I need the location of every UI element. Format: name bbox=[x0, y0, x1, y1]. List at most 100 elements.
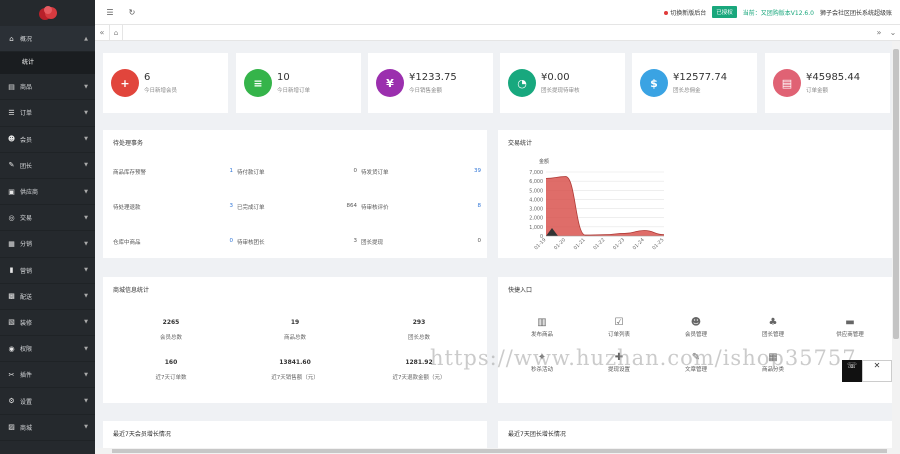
refresh-icon[interactable]: ↻ bbox=[125, 8, 139, 17]
yuan-icon: ¥ bbox=[376, 69, 404, 97]
marketing-icon: ▮ bbox=[9, 266, 14, 275]
sidebar-item-order[interactable]: ☰ 订单 ▼ bbox=[0, 100, 95, 127]
chevron-icon: ▼ bbox=[84, 319, 88, 326]
admin-dashboard: ⌂ 概况 ▲ 统计 ▤ 商品 ▼ ☰ 订单 ▼ ☻ 会员 ▼ ✎ 团长 ▼ ▣ 供应商 ▼ ◎ 交易 ▼ ▦ 分销 ▼ ▮ 营销 ▼ ▩… bbox=[0, 0, 900, 454]
sidebar-item-settings[interactable]: ⚙ 设置 ▼ bbox=[0, 388, 95, 415]
todo-label[interactable]: 待付款订单 bbox=[237, 168, 265, 176]
tab-home[interactable]: ⌂ bbox=[109, 24, 123, 41]
stat-card[interactable]: $ ¥12577.74 团长总佣金 bbox=[632, 53, 757, 113]
chevron-icon: ▼ bbox=[84, 109, 88, 116]
sidebar-item-member[interactable]: ☻ 会员 ▼ bbox=[0, 127, 95, 153]
todo-count[interactable]: 3 bbox=[343, 238, 358, 244]
analysis-label: 会员总数 bbox=[159, 335, 182, 341]
stat-value: 6 bbox=[144, 72, 151, 83]
authorized-badge: 已授权 bbox=[712, 6, 737, 18]
y-tick-label: 4,000 bbox=[529, 197, 543, 203]
analysis-label: 近7天订单数 bbox=[155, 375, 187, 381]
sidebar-item-mall[interactable]: ▨ 商城 ▼ bbox=[0, 415, 95, 441]
stat-card[interactable]: ▤ ¥45985.44 订单金额 bbox=[765, 53, 890, 113]
mall-icon: ▨ bbox=[8, 423, 15, 432]
quick-entry[interactable]: ☻ 会员管理 bbox=[666, 317, 726, 338]
stat-text: ¥45985.44 订单金额 bbox=[806, 72, 860, 94]
todo-count[interactable]: 1 bbox=[219, 168, 234, 174]
stat-card[interactable]: ◔ ¥0.00 团长提现待审核 bbox=[500, 53, 625, 113]
stat-card[interactable]: ≡ 10 今日新增订单 bbox=[236, 53, 361, 113]
chevron-icon: ▼ bbox=[84, 188, 88, 195]
sidebar-item-label: 装修 bbox=[20, 319, 33, 327]
settings-icon: ⚙ bbox=[8, 397, 15, 406]
sidebar-item-marketing[interactable]: ▮ 营销 ▼ bbox=[0, 258, 95, 284]
todo-label[interactable]: 待审核评价 bbox=[361, 203, 389, 211]
stat-card[interactable]: ¥ ¥1233.75 今日销售金额 bbox=[368, 53, 493, 113]
todo-label[interactable]: 团长提现 bbox=[361, 238, 383, 246]
quick-entry[interactable]: ☑ 订单列表 bbox=[589, 317, 649, 338]
menu-toggle-icon[interactable]: ☰ bbox=[103, 8, 117, 17]
horizontal-scroll-thumb[interactable] bbox=[112, 449, 887, 453]
sidebar-item-label: 插件 bbox=[20, 372, 33, 380]
sidebar-item-delivery[interactable]: ▩ 配送 ▼ bbox=[0, 284, 95, 310]
tab-bar: « ⌂ » ⌄ bbox=[95, 24, 900, 41]
analysis-value: 13841.60 bbox=[279, 359, 311, 366]
stat-card[interactable]: +6 今日新增会员 bbox=[103, 53, 228, 113]
floating-service-button[interactable]: ☏ bbox=[842, 360, 862, 382]
stat-value: ¥1233.75 bbox=[409, 72, 457, 83]
sidebar-item-distribution[interactable]: ▦ 分销 ▼ bbox=[0, 231, 95, 258]
logo-icon bbox=[38, 6, 57, 20]
member-growth-title: 最近7天会员增长情况 bbox=[113, 431, 171, 438]
sidebar-item-supplier[interactable]: ▣ 供应商 ▼ bbox=[0, 179, 95, 206]
sidebar-item-label: 概况 bbox=[20, 36, 33, 44]
tab-scroll-right-icon[interactable]: » bbox=[872, 28, 886, 37]
floating-close-button[interactable]: ✕ bbox=[862, 360, 892, 382]
quick-entry-label: 发布商品 bbox=[530, 332, 553, 338]
sidebar-item-label: 权限 bbox=[20, 346, 33, 354]
user-add-icon: + bbox=[111, 69, 139, 97]
sidebar-item-decoration[interactable]: ▧ 装修 ▼ bbox=[0, 310, 95, 337]
todo-count[interactable]: 0 bbox=[219, 238, 234, 244]
sidebar-subitem-stats[interactable]: 统计 bbox=[0, 52, 95, 75]
vertical-scroll-thumb[interactable] bbox=[893, 49, 899, 339]
tab-menu-icon[interactable]: ⌄ bbox=[886, 28, 900, 37]
todo-count[interactable]: 0 bbox=[467, 238, 482, 244]
quick-entry[interactable]: ▥ 发布商品 bbox=[512, 317, 572, 338]
quick-entry[interactable]: ▬ 供应商管理 bbox=[820, 317, 880, 338]
todo-count[interactable]: 0 bbox=[343, 168, 358, 174]
todo-label[interactable]: 待审核团长 bbox=[237, 238, 265, 246]
stat-text: 6 今日新增会员 bbox=[144, 72, 177, 94]
quick-entry[interactable]: ♣ 团长管理 bbox=[743, 317, 803, 338]
sidebar-item-home[interactable]: ⌂ 概况 ▲ bbox=[0, 26, 95, 53]
todo-label[interactable]: 待处理退款 bbox=[113, 203, 141, 211]
sidebar-item-plugin[interactable]: ✂ 插件 ▼ bbox=[0, 362, 95, 389]
logo[interactable] bbox=[0, 0, 95, 26]
sidebar-item-permission[interactable]: ◉ 权限 ▼ bbox=[0, 336, 95, 363]
sidebar-item-label: 营销 bbox=[20, 267, 33, 275]
version-text: 当前：又团购版本V12.6.0 bbox=[742, 9, 814, 17]
sidebar-item-label: 配送 bbox=[20, 293, 33, 301]
sidebar-item-trade[interactable]: ◎ 交易 ▼ bbox=[0, 205, 95, 232]
todo-label[interactable]: 仓库中商品 bbox=[113, 238, 141, 246]
home-tab-icon: ⌂ bbox=[113, 28, 119, 37]
top-bar: ☰ ↻ 切换新版后台 已授权 当前：又团购版本V12.6.0 狮子会社区团长系统… bbox=[95, 0, 900, 24]
stat-label: 团长总佣金 bbox=[673, 88, 701, 94]
account-menu[interactable]: 狮子会社区团长系统超级账 bbox=[820, 8, 892, 17]
chevron-icon: ▼ bbox=[84, 83, 88, 90]
todo-label[interactable]: 待发货订单 bbox=[361, 168, 389, 176]
todo-count[interactable]: 39 bbox=[467, 168, 481, 174]
sidebar-item-label: 会员 bbox=[20, 136, 33, 144]
tab-scroll-left-icon[interactable]: « bbox=[95, 28, 109, 37]
trade-chart-panel: 交易统计 金额 7,000 6,000 5,000 4,000 3,000 2,000 1,0… bbox=[498, 130, 892, 258]
sidebar-item-product[interactable]: ▤ 商品 ▼ bbox=[0, 74, 95, 101]
analysis-title: 商城信息统计 bbox=[113, 287, 150, 294]
switch-version-link[interactable]: 切换新版后台 bbox=[664, 8, 706, 17]
sidebar-item-leader[interactable]: ✎ 团长 ▼ bbox=[0, 153, 95, 179]
todo-title: 待处理事务 bbox=[113, 140, 144, 147]
todo-count[interactable]: 3 bbox=[219, 203, 234, 209]
todo-label[interactable]: 已完成订单 bbox=[237, 203, 265, 211]
todo-count[interactable]: 8 bbox=[467, 203, 482, 209]
sidebar-item-label: 分销 bbox=[20, 241, 33, 249]
sidebar-item-label: 供应商 bbox=[20, 189, 39, 197]
horizontal-scrollbar[interactable] bbox=[95, 448, 892, 454]
todo-label[interactable]: 商品库存预警 bbox=[113, 168, 146, 176]
todo-count[interactable]: 864 bbox=[343, 203, 358, 209]
vertical-scrollbar[interactable] bbox=[892, 41, 900, 454]
y-tick-label: 2,000 bbox=[529, 216, 543, 222]
